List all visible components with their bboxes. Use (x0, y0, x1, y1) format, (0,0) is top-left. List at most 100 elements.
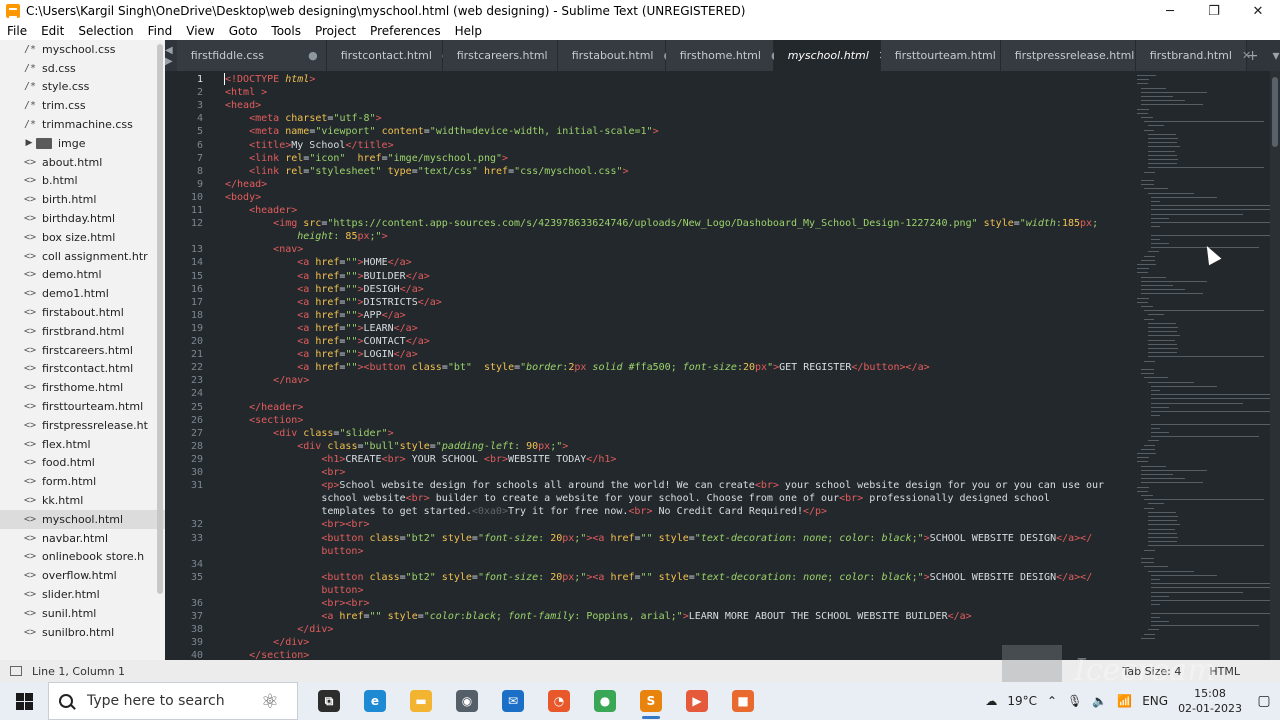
code-line[interactable]: </header> (225, 401, 303, 414)
taskbar-search-box[interactable]: Type here to search ⚛ (48, 682, 298, 720)
menu-find[interactable]: Find (141, 24, 180, 38)
code-line[interactable]: <button class="bt2" style="font-size: 20… (225, 532, 1092, 545)
tab-firsttourteam-html[interactable]: firsttourteam.html● (880, 40, 1015, 71)
tab-firstcareers-html[interactable]: firstcareers.html● (442, 40, 567, 71)
tab-firstpressrelease-html[interactable]: firstpressrelease.html✕ (1000, 40, 1154, 71)
minimap[interactable] (1135, 71, 1270, 660)
sidebar-item[interactable]: /* trim.css (0, 96, 165, 115)
editor-scrollbar[interactable] (1270, 71, 1280, 660)
microphone-icon[interactable]: 🎙 (1067, 694, 1082, 708)
panel-toggle-icon[interactable] (10, 666, 22, 676)
menu-view[interactable]: View (179, 24, 221, 38)
menu-preferences[interactable]: Preferences (363, 24, 448, 38)
taskbar-mail[interactable]: ✉ (490, 682, 536, 720)
code-line[interactable]: <img src="https://content.app-sources.co… (225, 217, 1098, 230)
sidebar-scrollbar[interactable] (157, 44, 163, 594)
code-line[interactable]: <button class="bt2" style="font-size: 20… (225, 571, 1092, 584)
taskbar-icecream-recorder[interactable]: ▶ (674, 682, 720, 720)
sidebar-item[interactable]: <> myschool.html (0, 509, 165, 529)
code-line[interactable]: <a href="">DESIGH</a> (225, 283, 424, 296)
menu-help[interactable]: Help (448, 24, 489, 38)
code-line[interactable]: <meta charset="utf-8"> (225, 112, 382, 125)
sidebar-item[interactable]: <> slider.html (0, 585, 165, 604)
code-line[interactable]: </section> (225, 649, 309, 660)
taskbar-screen-app[interactable]: ■ (720, 682, 766, 720)
sidebar-item[interactable]: <> onlinebook store.h (0, 548, 165, 567)
sidebar-item[interactable]: <> b.html (0, 172, 165, 191)
code-line[interactable]: <a href="">BUILDER</a> (225, 270, 430, 283)
tab-firstabout-html[interactable]: firstabout.html● (557, 40, 673, 71)
sidebar-item[interactable]: <> birth.html (0, 190, 165, 209)
code-line[interactable]: height: 85px;"> (225, 230, 387, 243)
sidebar-item[interactable]: <> food.html (0, 454, 165, 473)
sidebar-item[interactable]: <> kk.html (0, 491, 165, 510)
taskbar-sublime-text[interactable]: S (628, 682, 674, 720)
restore-button[interactable]: ❐ (1192, 0, 1236, 22)
menu-edit[interactable]: Edit (34, 24, 71, 38)
sidebar-item[interactable]: /* trimmachine.css (0, 115, 165, 134)
code-line[interactable]: <p>School website design for schools all… (225, 479, 1104, 492)
taskbar-clock[interactable]: 15:08 02-01-2023 (1178, 686, 1242, 716)
code-line[interactable]: button> (225, 545, 363, 558)
code-line[interactable]: <a href="">LOGIN</a> (225, 348, 417, 361)
code-line[interactable]: <link rel="icon" href="imge/myschool.png… (225, 152, 508, 165)
sidebar-item[interactable]: <> overflow.html (0, 566, 165, 585)
tab-firstfiddle-css[interactable]: firstfiddle.css ● (176, 40, 327, 71)
menu-project[interactable]: Project (308, 24, 363, 38)
code-line[interactable]: <a href="" style="color:black; font-fami… (225, 610, 971, 623)
code-line[interactable]: <link rel="stylesheet" type="text/css" h… (225, 165, 628, 178)
taskbar-chrome[interactable]: ● (582, 682, 628, 720)
code-editor[interactable]: 1 2 3 4 5 6 7 8 9 10 11 12 13 14 15 16 17 18 19 20 21 22 23 24 2… (165, 71, 1135, 660)
code-line[interactable]: <body> (225, 191, 261, 204)
code-line[interactable]: <header> (225, 204, 297, 217)
sidebar-item[interactable]: <> firstcareers.html (0, 341, 165, 360)
sidebar-item[interactable]: <> navbar.html (0, 529, 165, 548)
code-line[interactable]: <a href="">LEARN</a> (225, 322, 417, 335)
code-line[interactable]: <nav> (225, 243, 303, 256)
code-line[interactable]: <a href="">APP</a> (225, 309, 405, 322)
code-line[interactable]: button> (225, 584, 363, 597)
taskbar-task-view[interactable]: ⧉ (306, 682, 352, 720)
tray-chevron-icon[interactable]: ⌃ (1047, 694, 1057, 708)
code-line[interactable]: <head> (225, 99, 261, 112)
volume-icon[interactable]: 🔈 (1092, 694, 1107, 708)
cursor-position[interactable]: Line 1, Column 1 (32, 665, 1108, 678)
sidebar-item[interactable]: <> coll assignment.htr (0, 247, 165, 266)
sidebar-item[interactable]: <> sunil.html (0, 604, 165, 623)
sidebar-item[interactable]: <> firsthome.html (0, 378, 165, 397)
sidebar-item[interactable]: <> firstcontact.html (0, 360, 165, 379)
notifications-icon[interactable]: ▢ (1252, 693, 1276, 709)
code-line[interactable]: </nav> (225, 374, 309, 387)
close-button[interactable]: ✕ (1236, 0, 1280, 22)
code-line[interactable]: <br> (225, 466, 345, 479)
menu-file[interactable]: File (0, 24, 34, 38)
sidebar-item[interactable]: <> firstpressrelease.ht (0, 416, 165, 435)
code-line[interactable]: </head> (225, 178, 267, 191)
code-line[interactable]: <a href="">CONTACT</a> (225, 335, 430, 348)
weather-icon[interactable]: ☁ (985, 694, 997, 708)
folder-expand-icon[interactable]: ▶ (22, 138, 36, 148)
sidebar-item[interactable]: <> birthday.html (0, 209, 165, 228)
tab-firstcontact-html[interactable]: firstcontact.html● (326, 40, 452, 71)
sidebar-item[interactable]: ▶ imge (0, 134, 165, 153)
code-line[interactable]: school website<br> builder to create a w… (225, 492, 1050, 505)
start-button[interactable] (0, 682, 48, 720)
code-line[interactable]: <meta name="viewport" content="width=dev… (225, 125, 659, 138)
weather-temp[interactable]: 19°C (1007, 694, 1037, 708)
taskbar-file-explorer[interactable]: ▬ (398, 682, 444, 720)
code-line[interactable]: <a href="">DISTRICTS</a> (225, 296, 442, 309)
taskbar-firefox[interactable]: ◔ (536, 682, 582, 720)
code-line[interactable]: <!DOCTYPE html> (225, 73, 315, 86)
code-line[interactable]: </div> (225, 623, 333, 636)
taskbar-edge[interactable]: e (352, 682, 398, 720)
unsaved-dot-icon[interactable]: ● (308, 49, 318, 62)
language-indicator[interactable]: ENG (1142, 694, 1168, 708)
menu-goto[interactable]: Goto (222, 24, 265, 38)
minimize-button[interactable]: ─ (1148, 0, 1192, 22)
tab-firstbrand-html[interactable]: firstbrand.html ✕ (1135, 40, 1251, 71)
sidebar-item[interactable]: <> about.html (0, 153, 165, 172)
wifi-icon[interactable]: 📶 (1117, 694, 1132, 708)
code-line[interactable]: <div class="bull"style="padding-left: 90… (225, 440, 568, 453)
sidebar-item[interactable]: <> firstbrand.html (0, 322, 165, 341)
tab-myschool-html[interactable]: myschool.html✕ (773, 40, 888, 71)
